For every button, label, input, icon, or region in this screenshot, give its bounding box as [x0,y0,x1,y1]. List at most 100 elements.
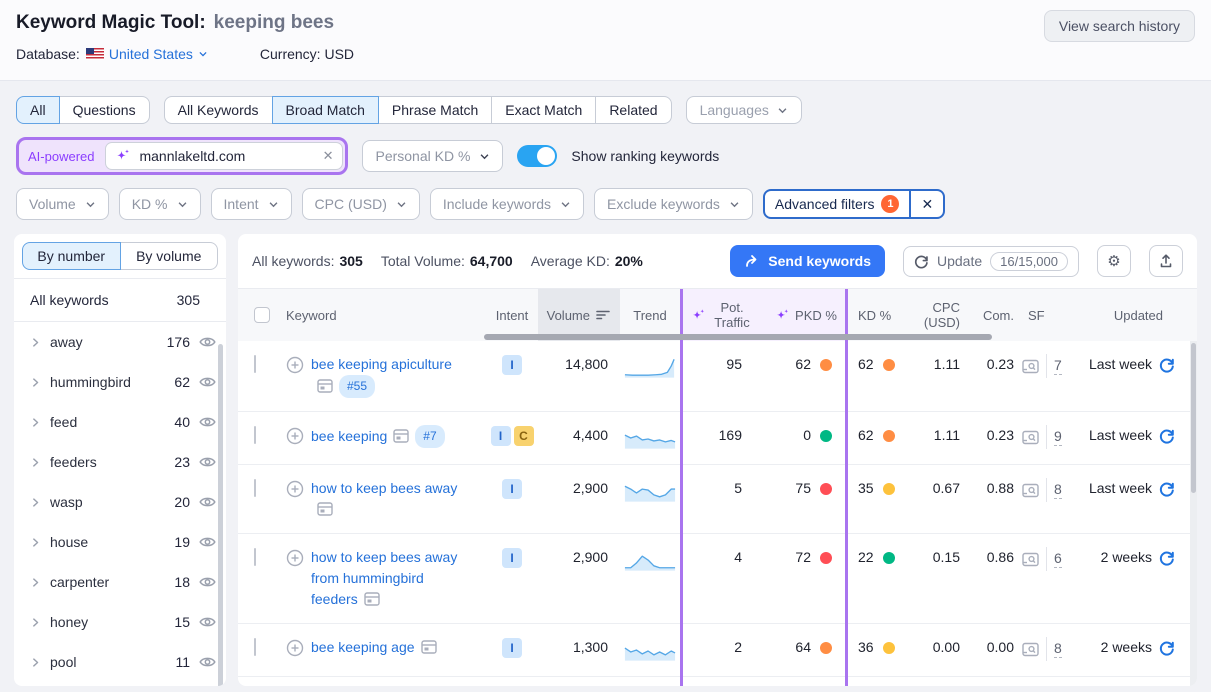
sidebar-group-feed[interactable]: feed 40 [14,402,226,442]
sidebar-group-honey[interactable]: honey 15 [14,602,226,642]
vertical-scrollbar[interactable] [1190,341,1197,686]
refresh-icon[interactable] [1159,428,1175,444]
sidebar-group-away[interactable]: away 176 [14,322,226,362]
sidebar-group-carpenter[interactable]: carpenter 18 [14,562,226,602]
filter-dropdown-volume[interactable]: Volume [16,188,109,220]
sf-count[interactable]: 8 [1054,640,1062,658]
col-header-cpc[interactable]: CPC (USD) [908,300,964,330]
eye-icon[interactable] [199,655,216,669]
add-keyword-icon[interactable] [286,549,304,567]
sidebar-group-hummingbird[interactable]: hummingbird 62 [14,362,226,402]
tab-questions[interactable]: Questions [59,96,150,124]
filter-dropdown-include-keywords[interactable]: Include keywords [430,188,584,220]
refresh-icon[interactable] [1159,550,1175,566]
trend-sparkline [623,639,677,663]
advanced-filters-button[interactable]: Advanced filters 1 ✕ [763,189,945,219]
refresh-icon[interactable] [1159,481,1175,497]
keyword-link[interactable]: bee keeping age [311,639,415,655]
row-checkbox[interactable] [254,355,256,373]
view-search-history-button[interactable]: View search history [1044,10,1195,42]
col-header-updated[interactable]: Updated [1076,308,1189,323]
filter-dropdown-kd-[interactable]: KD % [119,188,201,220]
serp-features-icon[interactable] [1022,430,1039,445]
serp-features-icon[interactable] [1022,642,1039,657]
show-ranking-keywords-toggle[interactable] [517,145,557,167]
serp-preview-icon[interactable] [421,640,437,654]
sf-count[interactable]: 8 [1054,481,1062,499]
serp-preview-icon[interactable] [364,592,380,606]
sf-count[interactable]: 7 [1054,357,1062,375]
database-selector[interactable]: United States [86,46,208,62]
sidebar-tab-by-number[interactable]: By number [22,242,121,270]
sf-count[interactable]: 9 [1054,428,1062,446]
refresh-icon[interactable] [1159,640,1175,656]
sidebar-tab-by-volume[interactable]: By volume [120,242,219,270]
eye-icon[interactable] [199,575,216,589]
eye-icon[interactable] [199,375,216,389]
advanced-filters-clear-icon[interactable]: ✕ [909,191,943,217]
eye-icon[interactable] [199,535,216,549]
keyword-link[interactable]: bee keeping [311,428,387,444]
export-button[interactable] [1149,245,1183,277]
eye-icon[interactable] [199,495,216,509]
vertical-scrollbar-thumb[interactable] [1191,343,1196,493]
row-checkbox[interactable] [254,426,256,444]
tab-all-keywords[interactable]: All Keywords [164,96,273,124]
eye-icon[interactable] [199,615,216,629]
send-keywords-button[interactable]: Send keywords [730,245,885,277]
serp-preview-icon[interactable] [317,379,333,393]
row-checkbox[interactable] [254,479,256,497]
sidebar-group-feeders[interactable]: feeders 23 [14,442,226,482]
col-header-sf[interactable]: SF [1016,308,1076,323]
tab-related[interactable]: Related [595,96,671,124]
add-keyword-icon[interactable] [286,356,304,374]
add-keyword-icon[interactable] [286,639,304,657]
serp-preview-icon[interactable] [393,429,409,443]
add-keyword-icon[interactable] [286,427,304,445]
eye-icon[interactable] [199,415,216,429]
keyword-link[interactable]: how to keep bees away from hummingbird f… [311,549,457,607]
tab-exact-match[interactable]: Exact Match [491,96,596,124]
refresh-icon[interactable] [1159,357,1175,373]
serp-features-icon[interactable] [1022,552,1039,567]
sidebar-group-house[interactable]: house 19 [14,522,226,562]
sidebar-all-keywords-row[interactable]: All keywords 305 [14,278,226,322]
clear-search-icon[interactable]: ✕ [323,148,334,164]
serp-preview-icon[interactable] [317,502,333,516]
ranking-position-badge: #7 [415,425,444,448]
row-checkbox[interactable] [254,638,256,656]
horizontal-scrollbar[interactable] [484,334,992,340]
filter-dropdown-exclude-keywords[interactable]: Exclude keywords [594,188,753,220]
keyword-link[interactable]: how to keep bees away [311,480,457,496]
serp-features-icon[interactable] [1022,359,1039,374]
keyword-link[interactable]: bee keeping apiculture [311,356,452,372]
filter-dropdown-intent[interactable]: Intent [211,188,292,220]
update-button[interactable]: Update 16/15,000 [903,246,1079,277]
tab-all[interactable]: All [16,96,60,124]
col-header-kd[interactable]: KD % [848,308,908,323]
updated-value: 2 weeks [1101,547,1152,568]
sidebar-group-wasp[interactable]: wasp 20 [14,482,226,522]
col-header-keyword[interactable]: Keyword [286,308,486,323]
table-settings-button[interactable]: ⚙ [1097,245,1131,277]
personal-kd-dropdown[interactable]: Personal KD % [362,140,503,172]
eye-icon[interactable] [199,455,216,469]
row-checkbox[interactable] [254,548,256,566]
col-header-intent[interactable]: Intent [486,308,538,323]
tab-phrase-match[interactable]: Phrase Match [378,96,492,124]
eye-icon[interactable] [199,335,216,349]
keyword-search-input[interactable]: mannlakeltd.com ✕ [105,142,343,170]
sidebar-scrollbar[interactable] [218,344,223,686]
col-header-trend[interactable]: Trend [620,308,680,323]
select-all-checkbox[interactable] [254,307,270,323]
serp-features-icon[interactable] [1022,483,1039,498]
sf-count[interactable]: 6 [1054,550,1062,568]
col-header-com[interactable]: Com. [964,308,1016,323]
filter-dropdown-cpc-usd-[interactable]: CPC (USD) [302,188,420,220]
group-label: feed [50,414,165,430]
sidebar-group-pool[interactable]: pool 11 [14,642,226,682]
tab-broad-match[interactable]: Broad Match [272,96,379,124]
sort-descending-icon [596,309,610,321]
languages-dropdown[interactable]: Languages [686,96,802,124]
add-keyword-icon[interactable] [286,480,304,498]
